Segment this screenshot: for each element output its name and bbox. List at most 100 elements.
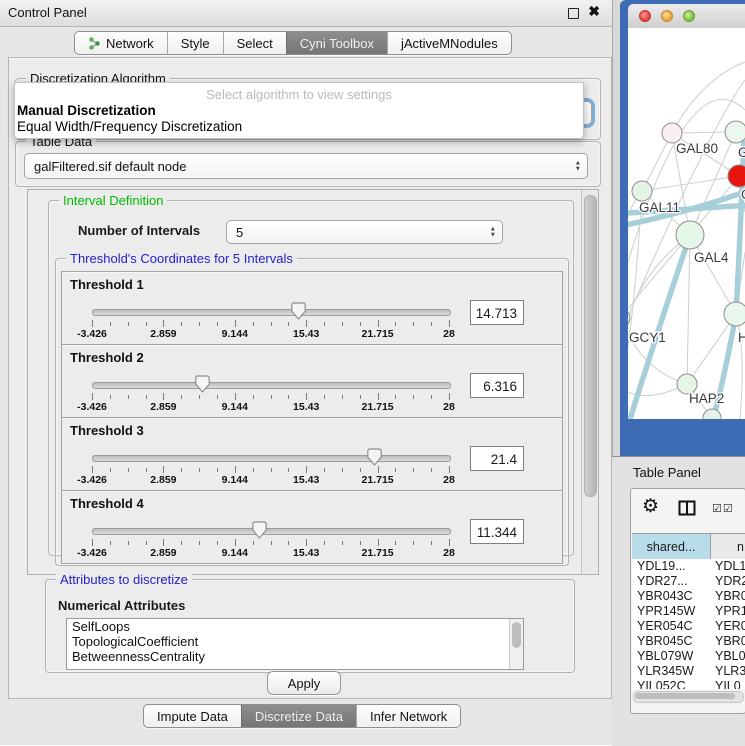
slider-track[interactable] bbox=[92, 309, 451, 316]
cell-shared-name[interactable]: YBR043C bbox=[632, 589, 710, 604]
cell-shared-name[interactable]: YLR345W bbox=[632, 664, 710, 679]
network-node[interactable] bbox=[676, 221, 704, 249]
combo-stepper-icon: ▲▼ bbox=[575, 161, 581, 172]
slider-thumb-icon[interactable] bbox=[252, 521, 267, 539]
table-row[interactable]: YER054CYER0 bbox=[632, 619, 745, 634]
zoom-traffic-light-icon[interactable] bbox=[683, 10, 695, 22]
algorithm-option-equal-width-frequency-discretization[interactable]: Equal Width/Frequency Discretization bbox=[16, 119, 582, 135]
cell-name[interactable]: YIL0 bbox=[710, 679, 745, 689]
slider-thumb-icon[interactable] bbox=[195, 375, 210, 393]
close-traffic-light-icon[interactable] bbox=[639, 10, 651, 22]
slider-thumb-icon[interactable] bbox=[291, 302, 306, 320]
minimize-traffic-light-icon[interactable] bbox=[661, 10, 673, 22]
number-of-intervals-combobox[interactable]: 5 ▲▼ bbox=[226, 220, 503, 244]
table-panel: Table Panel ⚙ ☑☑ shared... n YDL19...YDL… bbox=[612, 456, 745, 746]
scrollbar-thumb[interactable] bbox=[512, 622, 521, 648]
tab-jactivemnodules[interactable]: jActiveMNodules bbox=[387, 32, 511, 54]
table-row[interactable]: YBR045CYBR0 bbox=[632, 634, 745, 649]
table-row[interactable]: YDL19...YDL1 bbox=[632, 559, 745, 574]
tab-label: Impute Data bbox=[157, 709, 228, 724]
slider-thumb-icon[interactable] bbox=[367, 448, 382, 466]
cell-name[interactable]: YBR0 bbox=[710, 634, 745, 649]
cell-name[interactable]: YDR2 bbox=[710, 574, 745, 589]
gear-icon[interactable]: ⚙ bbox=[642, 495, 659, 518]
table-data-combobox[interactable]: galFiltered.sif default node ▲▼ bbox=[24, 153, 588, 179]
cell-shared-name[interactable]: YDR27... bbox=[632, 574, 710, 589]
network-node[interactable] bbox=[662, 123, 682, 143]
thresholds-group-title: Threshold's Coordinates for 5 Intervals bbox=[66, 251, 297, 266]
control-panel-title: Control Panel bbox=[8, 0, 87, 25]
tab-label: Select bbox=[237, 36, 273, 51]
tab-label: Infer Network bbox=[370, 709, 447, 724]
column-header-name[interactable]: n bbox=[711, 534, 745, 559]
cell-name[interactable]: YLR3 bbox=[710, 664, 745, 679]
threshold-value-input[interactable]: 6.316 bbox=[470, 373, 524, 398]
attribute-item-selfloops[interactable]: SelfLoops bbox=[67, 619, 523, 634]
network-graph[interactable]: GAL80GGAL11GAL4GCY1HHAP2C bbox=[628, 28, 745, 419]
cell-shared-name[interactable]: YBR045C bbox=[632, 634, 710, 649]
algorithm-dropdown-options: Manual DiscretizationEqual Width/Frequen… bbox=[16, 103, 582, 135]
network-canvas[interactable]: GAL80GGAL11GAL4GCY1HHAP2C bbox=[628, 28, 745, 419]
network-edge[interactable] bbox=[687, 235, 690, 384]
cell-name[interactable]: YBL0 bbox=[710, 649, 745, 664]
cell-shared-name[interactable]: YER054C bbox=[632, 619, 710, 634]
list-vertical-scrollbar[interactable] bbox=[509, 619, 523, 669]
apply-button[interactable]: Apply bbox=[267, 671, 341, 695]
tab-select[interactable]: Select bbox=[223, 32, 286, 54]
attribute-item-betweennesscentrality[interactable]: BetweennessCentrality bbox=[67, 649, 523, 664]
float-window-icon[interactable] bbox=[568, 8, 579, 19]
table-row[interactable]: YBL079WYBL0 bbox=[632, 649, 745, 664]
network-view-window[interactable]: GAL80GGAL11GAL4GCY1HHAP2C bbox=[620, 0, 745, 456]
threshold-value-input[interactable]: 14.713 bbox=[470, 300, 524, 325]
network-node[interactable] bbox=[703, 409, 721, 419]
cell-name[interactable]: YER0 bbox=[710, 619, 745, 634]
table-horizontal-scrollbar[interactable] bbox=[633, 691, 744, 703]
table-row[interactable]: YLR345WYLR3 bbox=[632, 664, 745, 679]
threshold-row-4: Threshold 4-3.4262.8599.14415.4321.71528… bbox=[61, 490, 563, 564]
tab-infer-network[interactable]: Infer Network bbox=[356, 705, 460, 727]
scrollbar-thumb[interactable] bbox=[584, 195, 597, 497]
network-node[interactable] bbox=[724, 302, 745, 326]
network-node[interactable] bbox=[632, 181, 652, 201]
slider-track[interactable] bbox=[92, 382, 451, 389]
tab-label: jActiveMNodules bbox=[401, 36, 498, 51]
cell-shared-name[interactable]: YPR145W bbox=[632, 604, 710, 619]
cell-shared-name[interactable]: YIL052C bbox=[632, 679, 710, 689]
slider-scale-labels: -3.4262.8599.14415.4321.71528 bbox=[92, 474, 450, 486]
control-panel: Control Panel ✖ NetworkStyle Select Cyni T… bbox=[0, 0, 613, 745]
slider-track[interactable] bbox=[92, 528, 451, 535]
close-icon[interactable]: ✖ bbox=[588, 3, 600, 20]
attribute-item-topologicalcoefficient[interactable]: TopologicalCoefficient bbox=[67, 634, 523, 649]
table-row[interactable]: YBR043CYBR0 bbox=[632, 589, 745, 604]
cell-name[interactable]: YBR0 bbox=[710, 589, 745, 604]
split-columns-icon[interactable] bbox=[678, 500, 696, 519]
interval-definition-group: Interval Definition Number of Intervals … bbox=[48, 200, 574, 556]
table-row[interactable]: YIL052CYIL0 bbox=[632, 679, 745, 689]
table-row[interactable]: YDR27...YDR2 bbox=[632, 574, 745, 589]
table-row[interactable]: YPR145WYPR1 bbox=[632, 604, 745, 619]
network-node[interactable] bbox=[728, 165, 745, 187]
slider-track[interactable] bbox=[92, 455, 451, 462]
tab-cyni-toolbox[interactable]: Cyni Toolbox bbox=[286, 32, 387, 54]
threshold-value-input[interactable]: 21.4 bbox=[470, 446, 524, 471]
table-toolbar: ⚙ ☑☑ bbox=[631, 489, 745, 531]
tab-discretize-data[interactable]: Discretize Data bbox=[241, 705, 356, 727]
control-panel-titlebar: Control Panel ✖ bbox=[0, 0, 612, 27]
column-header-shared-name[interactable]: shared... bbox=[632, 534, 711, 559]
settings-vertical-scrollbar[interactable] bbox=[581, 190, 598, 574]
cell-shared-name[interactable]: YDL19... bbox=[632, 559, 710, 574]
tab-impute-data[interactable]: Impute Data bbox=[144, 705, 241, 727]
cell-name[interactable]: YDL1 bbox=[710, 559, 745, 574]
threshold-value-input[interactable]: 11.344 bbox=[470, 519, 524, 544]
cell-shared-name[interactable]: YBL079W bbox=[632, 649, 710, 664]
table-data-group: Table Data galFiltered.sif default node … bbox=[15, 141, 601, 187]
network-window-titlebar[interactable] bbox=[628, 4, 745, 29]
algorithm-option-manual-discretization[interactable]: Manual Discretization bbox=[16, 103, 582, 119]
cell-name[interactable]: YPR1 bbox=[710, 604, 745, 619]
numerical-attributes-list[interactable]: SelfLoopsTopologicalCoefficientBetweenne… bbox=[66, 618, 524, 670]
scrollbar-thumb[interactable] bbox=[635, 693, 735, 699]
tab-style[interactable]: Style bbox=[167, 32, 223, 54]
select-columns-icon[interactable]: ☑☑ bbox=[712, 502, 734, 515]
network-node[interactable] bbox=[725, 121, 745, 143]
tab-network[interactable]: Network bbox=[75, 32, 167, 54]
